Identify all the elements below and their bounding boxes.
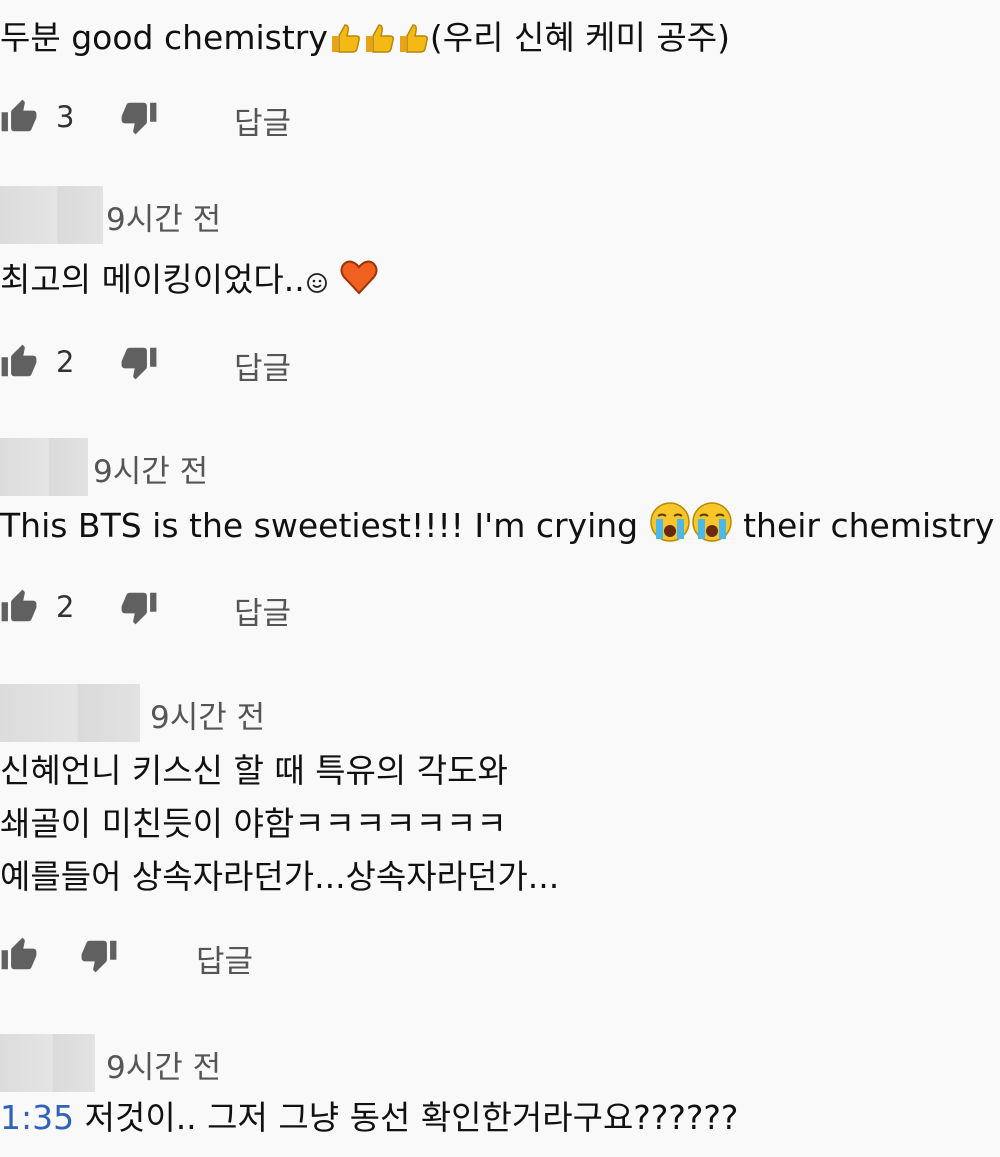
crying-face-emoji-icon xyxy=(691,501,733,558)
comment-time: 9시간 전 xyxy=(150,700,266,736)
like-button[interactable] xyxy=(0,98,38,136)
thumbs-up-emoji-icon xyxy=(328,18,362,70)
thumbs-up-icon xyxy=(1,99,37,132)
crying-face-emoji-icon xyxy=(649,501,691,558)
comment-actions: 2 답글 xyxy=(0,588,400,632)
comment-text: 최고의 메이킹이었다.. xyxy=(0,254,379,312)
comment-text: This BTS is the sweetiest!!!! I'm crying… xyxy=(0,500,1000,558)
comment-time: 9시간 전 xyxy=(106,1050,222,1086)
thumbs-up-icon xyxy=(1,589,37,622)
like-count: 2 xyxy=(56,345,75,379)
dislike-button[interactable] xyxy=(120,98,158,136)
thumbs-up-icon xyxy=(1,937,37,970)
comment-text-line: 저것이.. 그저 그냥 동선 확인한거라구요?????? xyxy=(84,1098,739,1137)
orange-heart-emoji-icon xyxy=(339,257,379,312)
author-name-redacted xyxy=(0,684,140,742)
comment-text-line: 예를들어 상속자라던가...상속자라던가... xyxy=(0,857,560,896)
comment-text-line: This BTS is the sweetiest!!!! I'm crying xyxy=(0,506,639,545)
like-button[interactable] xyxy=(0,343,38,381)
comment-text-line: 최고의 메이킹이었다.. xyxy=(0,260,305,299)
comment-text-line: 쇄골이 미친듯이 야함ㅋㅋㅋㅋㅋㅋㅋ xyxy=(0,804,507,843)
reply-button[interactable]: 답글 xyxy=(234,343,291,388)
dislike-button[interactable] xyxy=(80,936,118,974)
like-button[interactable] xyxy=(0,936,38,974)
thumbs-down-icon xyxy=(121,347,157,380)
comment-text: 신혜언니 키스신 할 때 특유의 각도와 쇄골이 미친듯이 야함ㅋㅋㅋㅋㅋㅋㅋ … xyxy=(0,744,559,903)
dislike-button[interactable] xyxy=(120,343,158,381)
thumbs-up-icon xyxy=(1,344,37,377)
dislike-button[interactable] xyxy=(120,588,158,626)
comment-text-line: their chemistry is xyxy=(743,506,1000,545)
like-count: 3 xyxy=(56,100,75,134)
timestamp-link[interactable]: 1:35 xyxy=(0,1098,74,1137)
comment-actions: 답글 xyxy=(0,936,400,980)
smiley-emoji-icon xyxy=(305,258,329,310)
comment-text: 1:35 저것이.. 그저 그냥 동선 확인한거라구요?????? xyxy=(0,1092,738,1144)
comment-time: 9시간 전 xyxy=(93,454,209,490)
author-name-redacted xyxy=(0,438,88,496)
comment-time: 9시간 전 xyxy=(106,202,222,238)
comment-actions: 2 답글 xyxy=(0,343,400,387)
like-button[interactable] xyxy=(0,588,38,626)
comment-text-line: 신혜언니 키스신 할 때 특유의 각도와 xyxy=(0,751,508,790)
like-count: 2 xyxy=(56,590,75,624)
comment-text: 두분 good chemistry (우리 신혜 케미 공주) xyxy=(0,12,730,70)
reply-button[interactable]: 답글 xyxy=(196,936,253,981)
thumbs-down-icon xyxy=(121,102,157,135)
thumbs-up-emoji-icon xyxy=(396,18,430,70)
author-name-redacted xyxy=(0,186,103,244)
reply-button[interactable]: 답글 xyxy=(234,588,291,633)
comment-text-line: 두분 good chemistry xyxy=(0,18,328,57)
thumbs-down-icon xyxy=(81,940,117,973)
thumbs-up-emoji-icon xyxy=(362,18,396,70)
thumbs-down-icon xyxy=(121,592,157,625)
comment-text-line: (우리 신혜 케미 공주) xyxy=(429,18,730,57)
comment-actions: 3 답글 xyxy=(0,98,400,142)
author-name-redacted xyxy=(0,1034,95,1092)
reply-button[interactable]: 답글 xyxy=(234,98,291,143)
